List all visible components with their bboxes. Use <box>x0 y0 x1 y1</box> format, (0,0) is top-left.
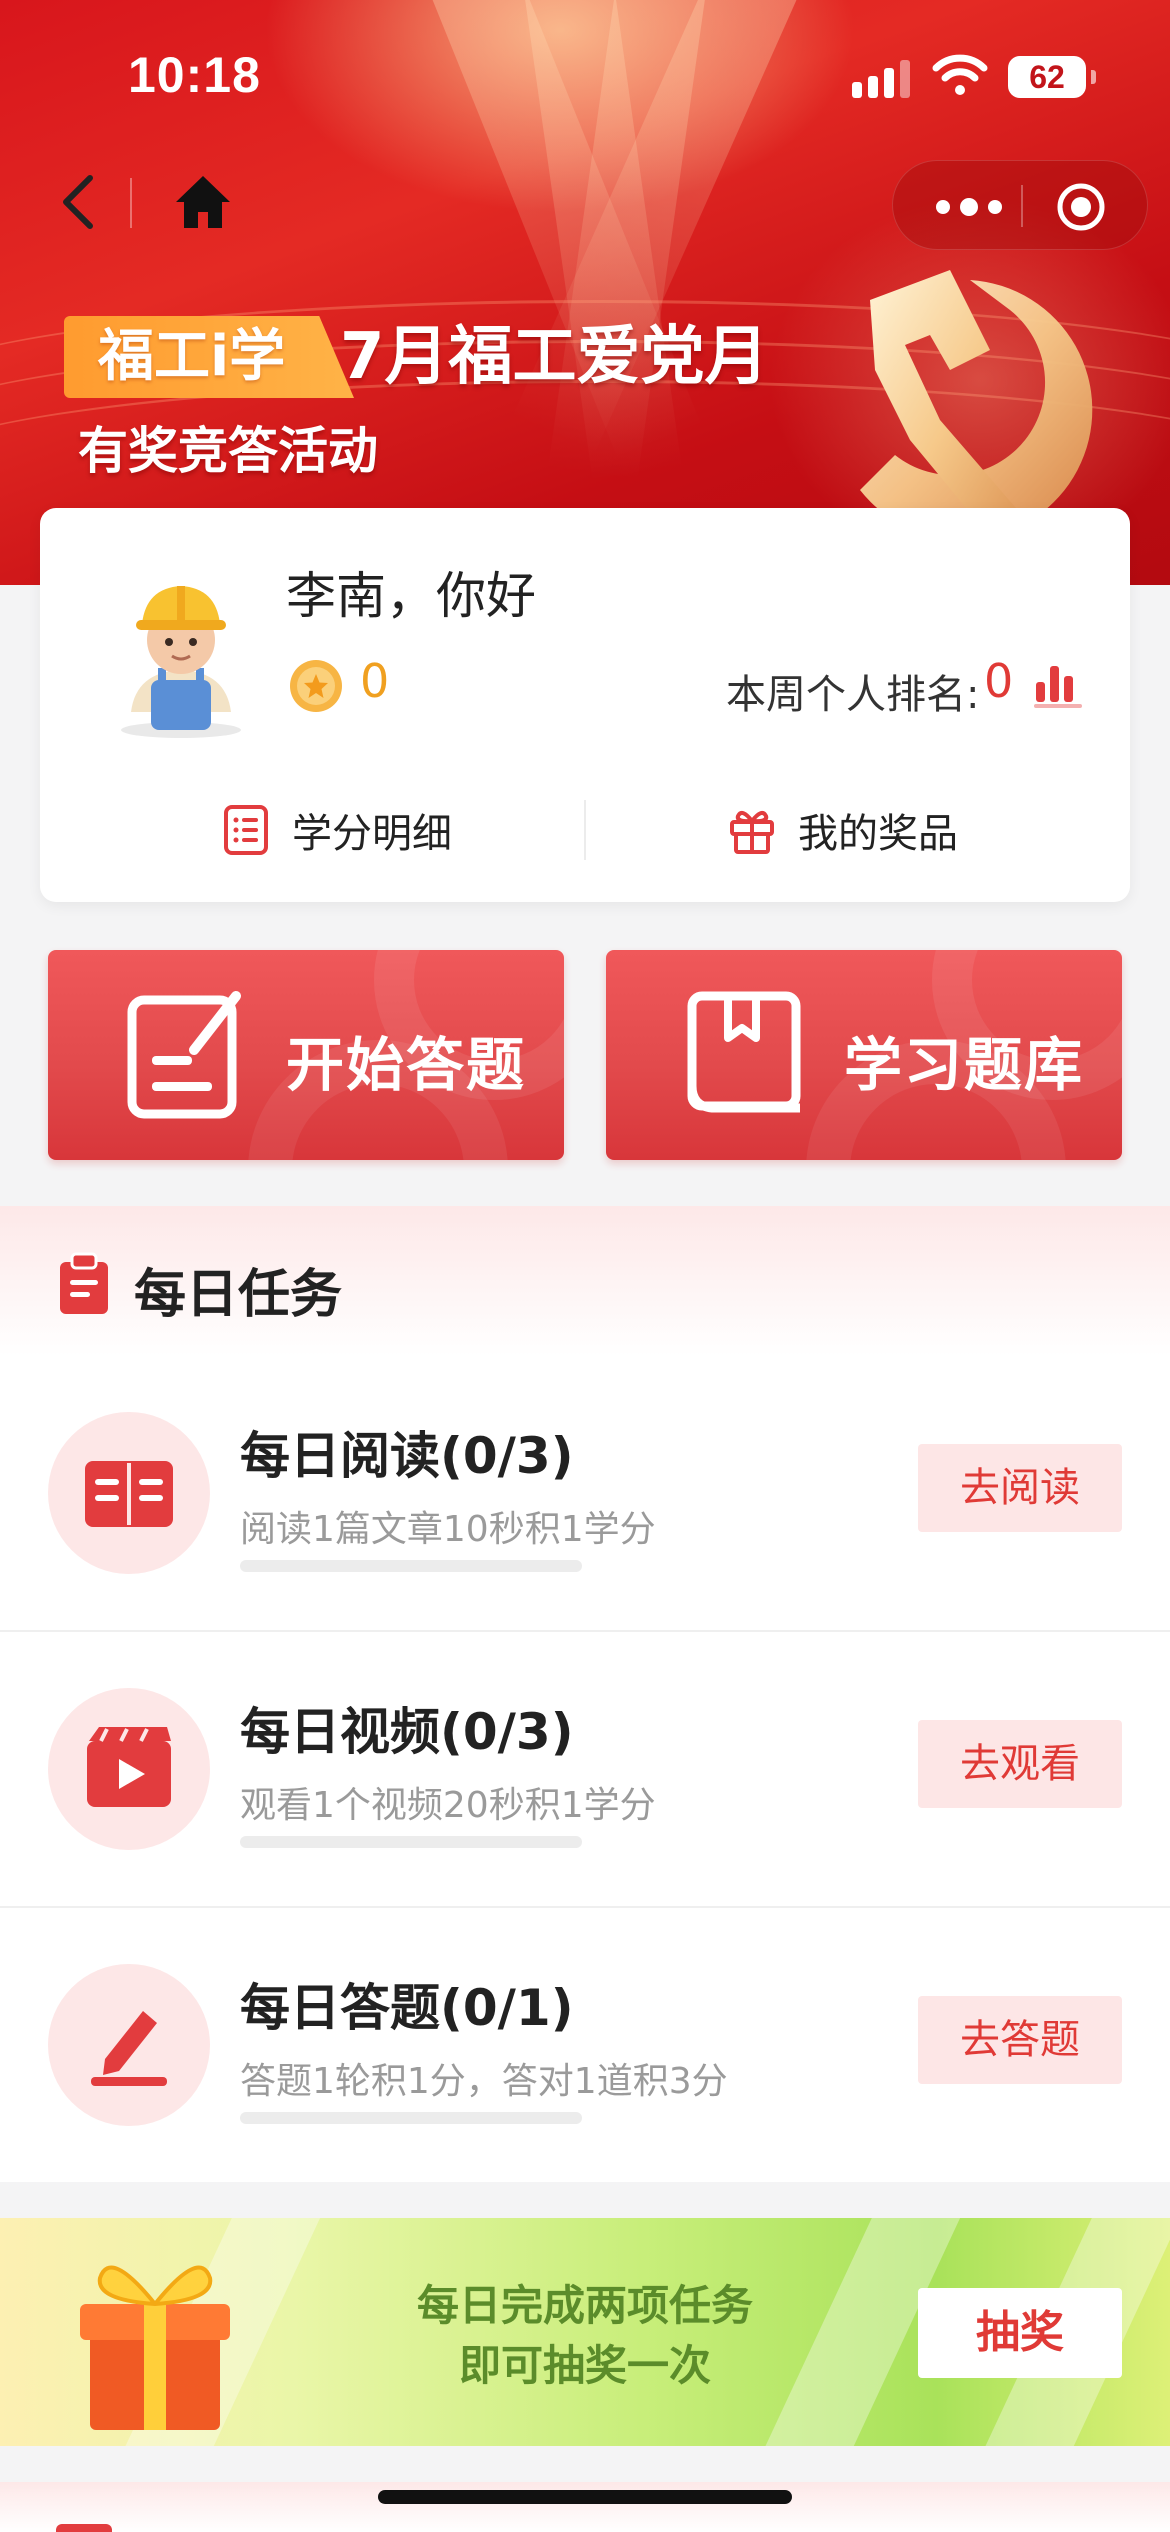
task-progress-bar <box>240 1836 582 1848</box>
quiz-edit-icon <box>127 991 241 1119</box>
list-icon <box>224 805 268 855</box>
avatar[interactable] <box>96 562 266 742</box>
task-icon-circle <box>48 1412 210 1574</box>
user-card: 李南，你好 0 本周个人排名: 0 学分明细 我的奖品 <box>40 508 1130 902</box>
task-icon-circle <box>48 1688 210 1850</box>
task-description: 答题1轮积1分，答对1道积3分 <box>240 2061 728 2102</box>
book-bookmark-icon <box>687 991 801 1113</box>
task-row-video: 每日视频(0/3) 观看1个视频20秒积1学分 去观看 <box>0 1632 1170 1908</box>
points-value: 0 <box>360 654 390 708</box>
task-description: 观看1个视频20秒积1学分 <box>240 1785 656 1826</box>
clipboard-icon <box>60 1252 108 1314</box>
banner-tag: 福工i学 <box>64 316 354 398</box>
wifi-icon <box>932 54 988 95</box>
hero-banner: 10:18 62 福工i学 7月福工爱党月 有奖竞答活动 <box>0 0 1170 585</box>
draw-lottery-button[interactable]: 抽奖 <box>918 2288 1122 2378</box>
close-mini-program-icon[interactable] <box>1055 181 1107 233</box>
start-quiz-label: 开始答题 <box>286 1031 527 1099</box>
task-description: 阅读1篇文章10秒积1学分 <box>240 1509 656 1550</box>
video-icon <box>87 1727 171 1807</box>
cellular-signal-icon <box>852 58 912 98</box>
mini-program-capsule <box>892 160 1148 250</box>
credits-detail-link[interactable]: 学分明细 <box>222 798 452 862</box>
back-arrow-icon[interactable] <box>54 172 104 232</box>
task-progress-bar <box>240 2112 582 2124</box>
coin-icon <box>290 660 342 712</box>
gift-icon <box>730 810 774 854</box>
daily-tasks-section: 每日任务 每日阅读(0/3) 阅读1篇文章10秒积1学分 去阅读 每日视频(0/… <box>0 1206 1170 2182</box>
task-row-reading: 每日阅读(0/3) 阅读1篇文章10秒积1学分 去阅读 <box>0 1356 1170 1632</box>
daily-tasks-title: 每日任务 <box>134 1265 343 1325</box>
banner-title: 7月福工爱党月 <box>340 320 769 394</box>
task-progress-bar <box>240 1560 582 1572</box>
task-icon-circle <box>48 1964 210 2126</box>
status-bar: 10:18 62 <box>0 0 1170 150</box>
divider <box>584 800 586 860</box>
go-quiz-button[interactable]: 去答题 <box>918 1996 1122 2084</box>
status-time: 10:18 <box>128 47 261 103</box>
task-name: 每日阅读(0/3) <box>240 1427 574 1485</box>
start-quiz-button[interactable]: 开始答题 <box>48 950 564 1160</box>
question-bank-label: 学习题库 <box>844 1031 1085 1099</box>
credits-detail-label: 学分明细 <box>292 811 452 857</box>
lottery-banner: 每日完成两项任务 即可抽奖一次 抽奖 <box>0 2218 1170 2446</box>
ranking-chart-icon[interactable] <box>1032 660 1084 710</box>
home-icon[interactable] <box>172 172 234 232</box>
my-prizes-link[interactable]: 我的奖品 <box>728 798 958 862</box>
rank-value: 0 <box>984 654 1014 708</box>
go-read-button[interactable]: 去阅读 <box>918 1444 1122 1532</box>
task-name: 每日答题(0/1) <box>240 1979 574 2037</box>
question-bank-button[interactable]: 学习题库 <box>606 950 1122 1160</box>
my-prizes-label: 我的奖品 <box>798 811 958 857</box>
battery-icon: 62 <box>1008 56 1096 98</box>
pencil-icon <box>91 2011 167 2086</box>
book-icon <box>85 1461 173 1527</box>
task-row-quiz: 每日答题(0/1) 答题1轮积1分，答对1道积3分 去答题 <box>0 1908 1170 2184</box>
go-watch-button[interactable]: 去观看 <box>918 1720 1122 1808</box>
section-icon <box>56 2524 112 2532</box>
task-name: 每日视频(0/3) <box>240 1703 574 1761</box>
greeting-text: 李南，你好 <box>286 567 536 625</box>
more-options-icon[interactable] <box>929 187 1009 227</box>
banner-subtitle: 有奖竞答活动 <box>78 422 378 480</box>
rank-label: 本周个人排名: <box>726 672 980 718</box>
home-indicator[interactable] <box>378 2490 792 2504</box>
nav-divider <box>130 178 132 228</box>
daily-tasks-header: 每日任务 <box>0 1206 1170 1356</box>
